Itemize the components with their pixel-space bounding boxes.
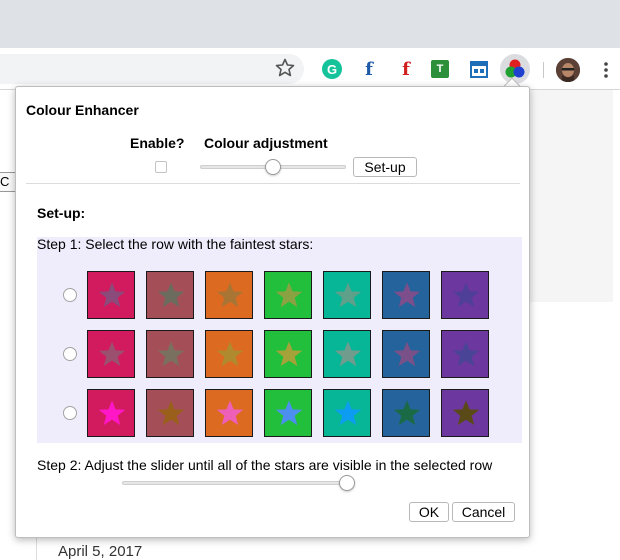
colour-adjustment-slider-thumb[interactable] (265, 159, 281, 175)
colour-adjustment-slider[interactable] (200, 159, 346, 175)
star-icon (216, 282, 244, 308)
star-row-3[interactable] (37, 389, 522, 439)
colour-swatch (205, 271, 253, 319)
star-icon (157, 400, 185, 426)
colour-swatch (382, 389, 430, 437)
browser-tab-strip (0, 0, 620, 48)
star-row-1[interactable] (37, 271, 522, 321)
facebook-red-icon[interactable]: f (396, 59, 416, 80)
tablet-icon[interactable]: T (431, 60, 449, 78)
star-row-radio-1[interactable] (63, 288, 77, 302)
colour-swatch (441, 389, 489, 437)
colour-swatch (205, 389, 253, 437)
enable-checkbox[interactable] (155, 161, 167, 173)
colour-swatch (264, 389, 312, 437)
star-icon (216, 341, 244, 367)
profile-avatar[interactable] (556, 58, 580, 82)
star-icon (393, 400, 421, 426)
colour-swatch (323, 389, 371, 437)
star-icon (275, 400, 303, 426)
colour-enhancer-icon (505, 59, 525, 78)
colour-swatch (205, 330, 253, 378)
colour-swatch (441, 330, 489, 378)
star-icon (393, 341, 421, 367)
star-icon (157, 282, 185, 308)
page-partial-button[interactable]: C (0, 172, 16, 192)
browser-toolbar: G f f T (0, 48, 620, 90)
step1-instruction: Step 1: Select the row with the faintest… (37, 236, 314, 252)
setup-heading: Set-up: (37, 205, 86, 221)
popup-title: Colour Enhancer (26, 102, 139, 118)
star-icon (452, 400, 480, 426)
star-icon (334, 282, 362, 308)
colour-swatch (264, 271, 312, 319)
colour-swatch (382, 330, 430, 378)
facebook-icon[interactable]: f (359, 59, 379, 80)
star-icon (157, 341, 185, 367)
colour-swatch (146, 271, 194, 319)
star-icon (98, 282, 126, 308)
setup-button[interactable]: Set-up (353, 157, 417, 177)
calendar-icon[interactable] (469, 59, 489, 79)
star-icon (275, 341, 303, 367)
star-icon (393, 282, 421, 308)
page-rule (36, 538, 37, 560)
bookmark-star-icon[interactable] (275, 58, 295, 78)
star-row-radio-2[interactable] (63, 347, 77, 361)
colour-swatch (87, 389, 135, 437)
calibration-slider[interactable] (122, 475, 355, 491)
page-date: April 5, 2017 (58, 543, 143, 560)
star-icon (98, 400, 126, 426)
star-icon (334, 341, 362, 367)
colour-swatch (87, 271, 135, 319)
colour-swatch (323, 330, 371, 378)
colour-enhancer-button[interactable] (500, 54, 530, 84)
star-icon (334, 400, 362, 426)
colour-swatch (323, 271, 371, 319)
star-row-radio-3[interactable] (63, 406, 77, 420)
grammarly-icon[interactable]: G (322, 59, 342, 79)
browser-menu-icon[interactable] (598, 60, 614, 80)
step2-instruction: Step 2: Adjust the slider until all of t… (37, 457, 493, 473)
calibration-slider-thumb[interactable] (339, 475, 355, 491)
colour-swatch (146, 330, 194, 378)
colour-swatch (264, 330, 312, 378)
star-icon (452, 282, 480, 308)
star-icon (275, 282, 303, 308)
colour-enhancer-popup: Colour Enhancer Enable? Colour adjustmen… (15, 86, 530, 538)
colour-swatch (441, 271, 489, 319)
star-icon (452, 341, 480, 367)
colour-swatch (87, 330, 135, 378)
enable-label: Enable? (130, 135, 185, 151)
page-side-panel (530, 90, 613, 302)
divider (26, 183, 520, 184)
colour-swatch (146, 389, 194, 437)
address-bar[interactable] (0, 54, 304, 84)
ok-button[interactable]: OK (409, 502, 449, 522)
toolbar-separator (543, 62, 544, 78)
cancel-button[interactable]: Cancel (452, 502, 515, 522)
star-icon (216, 400, 244, 426)
colour-swatch (382, 271, 430, 319)
star-row-2[interactable] (37, 330, 522, 380)
star-icon (98, 341, 126, 367)
star-rows-panel (37, 237, 522, 443)
colour-adjustment-label: Colour adjustment (204, 135, 328, 151)
